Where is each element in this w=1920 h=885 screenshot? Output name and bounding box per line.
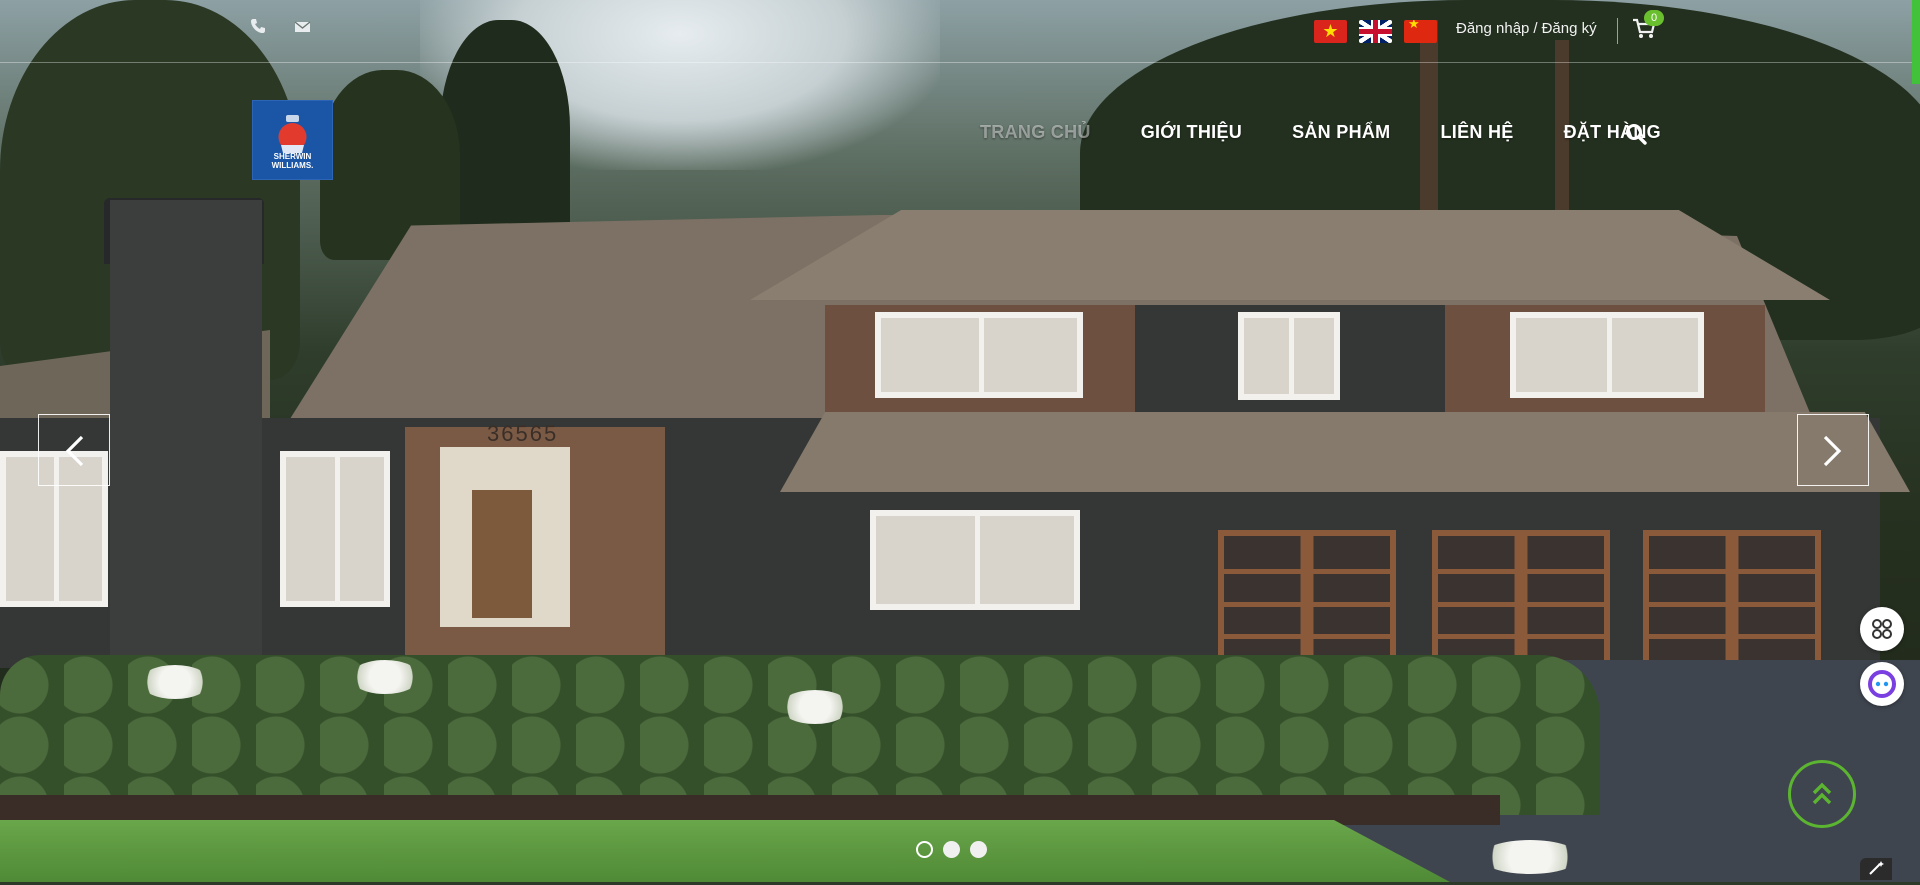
flowers — [780, 690, 850, 724]
window — [875, 312, 1083, 398]
double-chevron-up-icon — [1812, 782, 1832, 805]
flowers — [350, 660, 420, 694]
window — [1510, 312, 1704, 398]
sherwin-williams-logo[interactable]: SHERWIN WILLIAMS. — [252, 100, 333, 180]
apps-widget-button[interactable] — [1860, 607, 1904, 651]
chat-widget-button[interactable] — [1860, 662, 1904, 706]
carousel-dot-3[interactable] — [970, 841, 987, 858]
china-flag[interactable] — [1404, 20, 1437, 43]
front-door — [472, 490, 532, 618]
chevron-left-icon — [65, 435, 84, 467]
carousel-dot-2[interactable] — [943, 841, 960, 858]
carousel-dots — [916, 841, 987, 858]
vietnam-flag[interactable] — [1314, 20, 1347, 43]
back-to-top-button[interactable] — [1788, 760, 1856, 828]
flowers — [140, 665, 210, 699]
hedge — [0, 655, 1600, 815]
login-link[interactable]: Đăng nhập — [1456, 20, 1529, 37]
auth-links: Đăng nhập / Đăng ký — [1456, 20, 1597, 37]
top-bar: Đăng nhập / Đăng ký 0 — [0, 0, 1920, 63]
envelope-icon[interactable] — [294, 18, 311, 39]
window — [280, 451, 390, 607]
cart-count-badge: 0 — [1644, 10, 1664, 26]
window — [870, 510, 1080, 610]
topbar-separator — [1617, 18, 1618, 44]
scrollbar-thumb[interactable] — [1912, 0, 1920, 84]
logo-text: SHERWIN WILLIAMS. — [271, 152, 314, 170]
chat-bot-icon — [1868, 670, 1896, 698]
roof — [780, 412, 1910, 492]
garage-door — [1643, 530, 1821, 678]
flowers — [1480, 840, 1580, 874]
magic-wand-icon[interactable] — [1860, 858, 1892, 880]
register-link[interactable]: Đăng ký — [1542, 20, 1597, 37]
main-nav: TRANG CHỦ GIỚI THIỆU SẢN PHẨM LIÊN HỆ ĐẶ… — [980, 122, 1711, 143]
nav-about[interactable]: GIỚI THIỆU — [1141, 122, 1242, 143]
lawn — [0, 820, 1450, 882]
chimney — [110, 200, 262, 660]
search-icon[interactable] — [1625, 123, 1647, 145]
carousel-dot-1[interactable] — [916, 841, 933, 858]
carousel-next-button[interactable] — [1797, 414, 1869, 486]
roof — [750, 210, 1830, 300]
nav-contact[interactable]: LIÊN HỆ — [1440, 122, 1513, 143]
language-switcher — [1314, 20, 1437, 43]
carousel-prev-button[interactable] — [38, 414, 110, 486]
nav-home[interactable]: TRANG CHỦ — [980, 122, 1091, 143]
nav-products[interactable]: SẢN PHẨM — [1292, 122, 1390, 143]
uk-flag[interactable] — [1359, 20, 1392, 43]
house-number: 36565 — [487, 421, 559, 446]
window — [1238, 312, 1340, 400]
auth-divider: / — [1533, 20, 1538, 37]
chevron-right-icon — [1823, 435, 1842, 467]
phone-icon[interactable] — [250, 18, 266, 39]
grid-icon — [1872, 619, 1892, 639]
